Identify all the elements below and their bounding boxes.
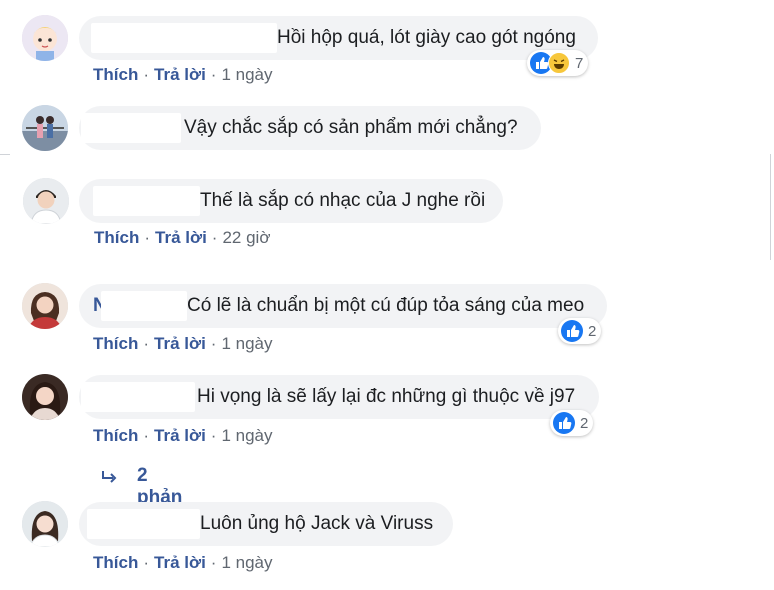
redacted-author-name — [93, 186, 200, 216]
timestamp[interactable]: 1 ngày — [221, 426, 272, 445]
comment-actions: Thích · Trả lời · 1 ngày — [93, 65, 273, 84]
avatar[interactable] — [22, 283, 68, 329]
photo-avatar-icon — [22, 283, 68, 329]
comment-text: Có lẽ là chuẩn bị một cú đúp tỏa sáng củ… — [187, 295, 585, 316]
reply-arrow-icon — [102, 471, 117, 483]
comment-actions: Thích · Trả lời · 1 ngày — [93, 426, 273, 445]
comment-bubble: Hồi hộp quá, lót giày cao gót ngóng — [79, 16, 598, 60]
photo-avatar-icon — [22, 501, 68, 547]
redacted-author-name — [101, 291, 187, 321]
reply-button[interactable]: Trả lời — [154, 65, 206, 84]
avatar[interactable] — [23, 178, 69, 224]
comment-bubble: Luôn ủng hộ Jack và Viruss — [79, 502, 453, 546]
comment-text: Vậy chắc sắp có sản phẩm mới chẳng? — [184, 117, 518, 138]
like-button[interactable]: Thích — [93, 426, 138, 445]
reply-button[interactable]: Trả lời — [154, 334, 206, 353]
timestamp[interactable]: 1 ngày — [221, 65, 272, 84]
redacted-author-name — [81, 113, 181, 143]
comment-bubble: Vậy chắc sắp có sản phẩm mới chẳng? — [79, 106, 541, 150]
reply-button[interactable]: Trả lời — [155, 228, 207, 247]
comment-actions: Thích · Trả lời · 1 ngày — [93, 553, 273, 572]
crop-edge-right — [770, 154, 771, 260]
reply-button[interactable]: Trả lời — [154, 553, 206, 572]
reply-button[interactable]: Trả lời — [154, 426, 206, 445]
like-button[interactable]: Thích — [93, 334, 138, 353]
avatar[interactable] — [22, 374, 68, 420]
comment-text: Luôn ủng hộ Jack và Viruss — [200, 513, 434, 534]
reaction-count: 7 — [575, 54, 584, 72]
comment-bubble: Thế là sắp có nhạc của J nghe rồi — [79, 179, 503, 223]
reaction-summary[interactable]: 2 — [558, 318, 602, 344]
timestamp[interactable]: 22 giờ — [222, 228, 270, 247]
like-button[interactable]: Thích — [94, 228, 139, 247]
photo-avatar-icon — [22, 105, 68, 151]
comment-bubble: Hi vọng là sẽ lấy lại đc những gì thuộc … — [79, 375, 599, 419]
redacted-author-name — [91, 23, 277, 53]
like-button[interactable]: Thích — [93, 65, 138, 84]
timestamp[interactable]: 1 ngày — [221, 334, 272, 353]
reaction-count: 2 — [580, 414, 589, 432]
comment-text: Hi vọng là sẽ lấy lại đc những gì thuộc … — [197, 386, 576, 407]
reaction-count: 2 — [588, 322, 597, 340]
timestamp[interactable]: 1 ngày — [221, 553, 272, 572]
avatar[interactable] — [22, 501, 68, 547]
comment-actions: Thích · Trả lời · 1 ngày — [93, 334, 273, 353]
avatar[interactable] — [22, 15, 68, 61]
photo-avatar-icon — [23, 178, 69, 224]
cartoon-avatar-icon — [22, 15, 68, 61]
reaction-summary[interactable]: 7 — [527, 50, 589, 76]
like-button[interactable]: Thích — [93, 553, 138, 572]
redacted-author-name — [81, 382, 195, 412]
like-reaction-icon — [561, 320, 583, 342]
comment-bubble: N Có lẽ là chuẩn bị một cú đúp tỏa sáng … — [79, 284, 607, 328]
redacted-author-name — [87, 509, 200, 539]
reaction-summary[interactable]: 2 — [550, 410, 594, 436]
crop-edge-top — [0, 154, 10, 155]
avatar[interactable] — [22, 105, 68, 151]
like-reaction-icon — [553, 412, 575, 434]
haha-reaction-icon — [548, 52, 570, 74]
comment-actions: Thích · Trả lời · 22 giờ — [94, 228, 271, 247]
photo-avatar-icon — [22, 374, 68, 420]
comment-text: Thế là sắp có nhạc của J nghe rồi — [200, 190, 486, 211]
